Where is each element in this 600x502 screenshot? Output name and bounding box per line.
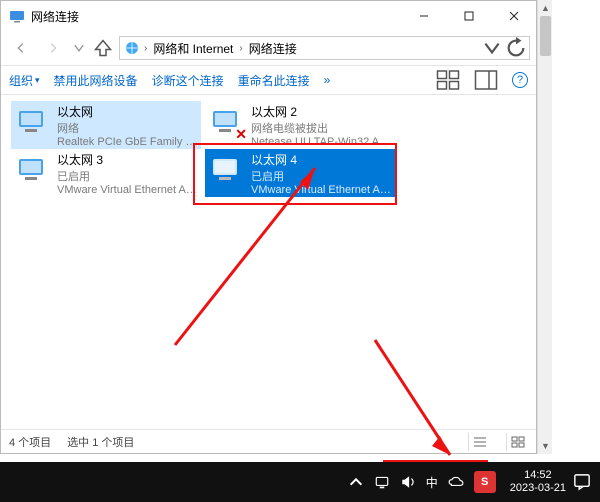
breadcrumb[interactable]: › 网络和 Internet › 网络连接 <box>119 36 530 60</box>
window-title: 网络连接 <box>31 8 401 25</box>
diagnose-connection-button[interactable]: 诊断这个连接 <box>152 72 224 89</box>
clock-time: 14:52 <box>510 469 566 482</box>
details-view-button[interactable] <box>468 433 490 451</box>
adapter-device: VMware Virtual Ethernet Adap... <box>251 184 393 196</box>
adapter-status: 网络电缆被拔出 <box>251 120 393 136</box>
adapter-device: Netease UU TAP-Win32 Adapt... <box>251 136 393 148</box>
scroll-down-arrow-icon[interactable]: ▼ <box>540 440 551 452</box>
adapter-name: 以太网 2 <box>251 103 393 120</box>
ime-indicator[interactable]: 中 <box>426 474 438 490</box>
tray-overflow-button[interactable] <box>348 474 364 490</box>
onedrive-tray-icon[interactable] <box>448 474 464 490</box>
adapter-icon <box>209 153 245 189</box>
breadcrumb-seg-network-connections[interactable]: 网络连接 <box>245 40 301 57</box>
large-icons-view-button[interactable] <box>506 433 528 451</box>
volume-tray-icon[interactable] <box>400 474 416 490</box>
adapter-item[interactable]: ✕ 以太网 2 网络电缆被拔出 Netease UU TAP-Win32 Ada… <box>205 101 395 149</box>
sogou-ime-tray-icon[interactable]: S <box>474 471 496 493</box>
system-tray: 中 S <box>340 471 504 493</box>
adapter-item[interactable]: 以太网 4 已启用 VMware Virtual Ethernet Adap..… <box>205 149 395 197</box>
adapter-device: Realtek PCIe GbE Family Contr... <box>57 136 199 148</box>
back-button[interactable] <box>7 34 35 62</box>
chevron-right-icon: › <box>239 43 242 54</box>
scroll-up-arrow-icon[interactable]: ▲ <box>540 2 551 14</box>
rename-connection-button[interactable]: 重命名此连接 <box>238 72 310 89</box>
window-icon <box>9 8 25 24</box>
up-button[interactable] <box>91 36 115 60</box>
adapter-item[interactable]: 以太网 网络 Realtek PCIe GbE Family Contr... <box>11 101 201 149</box>
adapter-name: 以太网 <box>57 103 199 120</box>
chevron-right-icon: › <box>144 43 147 54</box>
item-count-label: 4 个项目 <box>9 434 51 450</box>
outer-scrollbar[interactable]: ▲ ▼ <box>537 0 552 454</box>
adapter-icon <box>15 105 51 141</box>
network-connections-window: 网络连接 › 网络和 Internet › 网络连接 组织 ▾ 禁用此网络设备 … <box>0 0 537 454</box>
organize-menu[interactable]: 组织 ▾ <box>9 72 40 89</box>
preview-pane-button[interactable] <box>474 68 498 92</box>
more-commands-button[interactable]: » <box>324 73 331 87</box>
toolbar-label: 组织 <box>9 72 33 89</box>
clock-date: 2023-03-21 <box>510 482 566 495</box>
adapter-status: 已启用 <box>57 168 199 184</box>
address-bar-row: › 网络和 Internet › 网络连接 <box>1 31 536 65</box>
action-center-button[interactable] <box>572 472 592 492</box>
disconnected-x-icon: ✕ <box>235 126 247 143</box>
adapter-item[interactable]: 以太网 3 已启用 VMware Virtual Ethernet Adap..… <box>11 149 201 197</box>
adapter-status: 网络 <box>57 120 199 136</box>
forward-button[interactable] <box>39 34 67 62</box>
taskbar-clock[interactable]: 14:52 2023-03-21 <box>504 469 572 495</box>
breadcrumb-history-dropdown[interactable] <box>481 37 503 59</box>
close-button[interactable] <box>491 1 536 31</box>
content-area[interactable]: 以太网 网络 Realtek PCIe GbE Family Contr... … <box>1 95 536 429</box>
refresh-button[interactable] <box>505 37 527 59</box>
recent-dropdown[interactable] <box>71 34 87 62</box>
command-bar: 组织 ▾ 禁用此网络设备 诊断这个连接 重命名此连接 » ? <box>1 65 536 95</box>
help-button[interactable]: ? <box>512 72 528 88</box>
adapter-icon <box>15 153 51 189</box>
breadcrumb-seg-network-internet[interactable]: 网络和 Internet <box>149 40 237 57</box>
maximize-button[interactable] <box>446 1 491 31</box>
adapter-icon: ✕ <box>209 105 245 141</box>
view-dropdown[interactable] <box>436 68 460 92</box>
selection-count-label: 选中 1 个项目 <box>67 434 134 450</box>
minimize-button[interactable] <box>401 1 446 31</box>
titlebar: 网络连接 <box>1 1 536 31</box>
adapter-name: 以太网 3 <box>57 151 199 168</box>
status-bar: 4 个项目 选中 1 个项目 <box>1 429 536 453</box>
adapter-device: VMware Virtual Ethernet Adap... <box>57 184 199 196</box>
taskbar: 中 S 14:52 2023-03-21 <box>0 462 600 502</box>
network-globe-icon <box>124 40 140 56</box>
adapter-name: 以太网 4 <box>251 151 393 168</box>
adapter-status: 已启用 <box>251 168 393 184</box>
chevron-down-icon: ▾ <box>35 75 40 86</box>
network-tray-icon[interactable] <box>374 474 390 490</box>
disable-device-button[interactable]: 禁用此网络设备 <box>54 72 138 89</box>
scroll-thumb[interactable] <box>540 16 551 56</box>
